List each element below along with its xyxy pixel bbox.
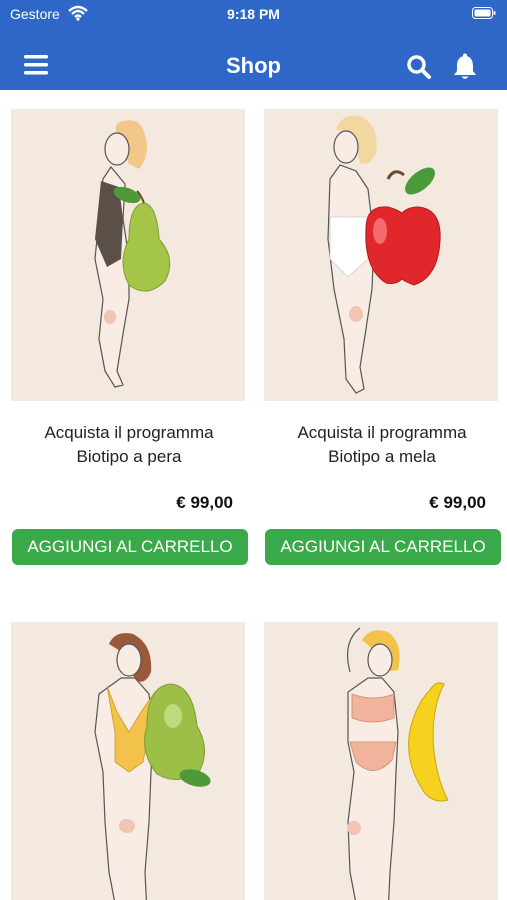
product-image[interactable] (264, 109, 498, 401)
app-header: Gestore 9:18 PM Shop (0, 0, 507, 90)
product-name: Acquista il programma Biotipo a mela (264, 421, 500, 469)
add-to-cart-button[interactable]: AGGIUNGI AL CARRELLO (265, 529, 501, 565)
woman-illustration (327, 115, 441, 394)
notification-bell-icon[interactable] (452, 53, 478, 81)
product-name-line: Acquista il programma (44, 423, 214, 442)
status-bar: Gestore 9:18 PM (0, 0, 507, 28)
woman-illustration (94, 120, 171, 388)
product-image[interactable] (264, 622, 498, 900)
woman-illustration (347, 627, 449, 900)
add-to-cart-button[interactable]: AGGIUNGI AL CARRELLO (12, 529, 248, 565)
clock: 9:18 PM (227, 6, 280, 22)
product-image[interactable] (11, 622, 245, 900)
product-image[interactable] (11, 109, 245, 401)
product-name-line: Biotipo a mela (328, 447, 436, 466)
product-price: € 99,00 (176, 493, 233, 512)
product-name: Acquista il programma Biotipo a pera (11, 421, 247, 469)
woman-illustration (94, 633, 211, 900)
battery-icon (472, 7, 496, 19)
search-icon[interactable] (406, 54, 432, 80)
navbar: Shop (0, 40, 507, 90)
product-name-line: Acquista il programma (297, 423, 467, 442)
product-price: € 99,00 (429, 493, 486, 512)
product-name-line: Biotipo a pera (76, 447, 182, 466)
